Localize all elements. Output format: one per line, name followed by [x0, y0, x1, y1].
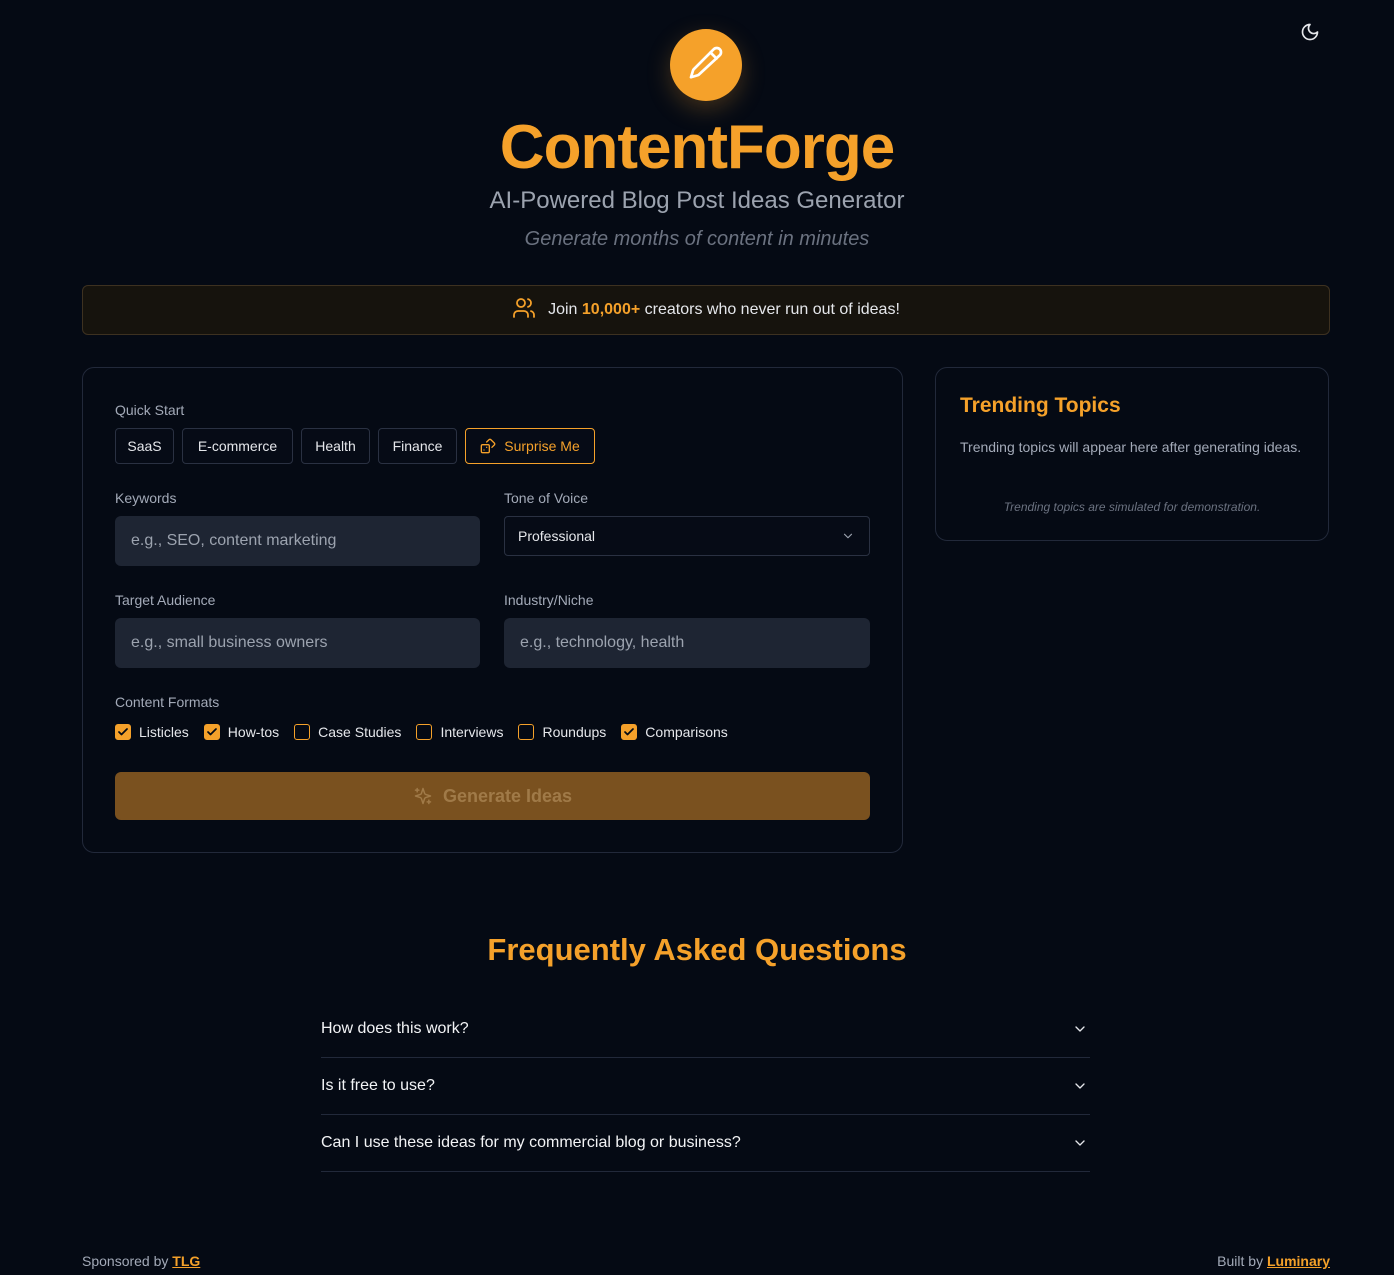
format-interviews[interactable]: Interviews [416, 724, 503, 740]
users-icon [512, 296, 536, 325]
sponsor-link[interactable]: TLG [172, 1253, 200, 1269]
audience-label: Target Audience [115, 592, 216, 608]
audience-input[interactable] [115, 618, 480, 668]
format-roundups[interactable]: Roundups [518, 724, 606, 740]
footer-sponsored: Sponsored by TLG [82, 1253, 200, 1269]
shuffle-icon [480, 438, 496, 454]
chevron-down-icon [1072, 1078, 1088, 1094]
surprise-me-label: Surprise Me [504, 438, 580, 454]
quick-start-saas-button[interactable]: SaaS [115, 428, 174, 464]
tone-label: Tone of Voice [504, 490, 589, 506]
format-comparisons-checkbox[interactable] [621, 724, 638, 740]
moon-icon [1300, 22, 1320, 47]
quick-start-label: Quick Start [115, 402, 185, 418]
format-listicles-checkbox[interactable] [115, 724, 131, 740]
quick-start-health-button[interactable]: Health [301, 428, 370, 464]
tone-select[interactable]: Professional [504, 516, 870, 556]
faq-question: Can I use these ideas for my commercial … [321, 1134, 741, 1151]
sponsored-prefix: Sponsored by [82, 1253, 169, 1269]
format-how-tos-label: How-tos [227, 724, 280, 740]
faq-question: Is it free to use? [321, 1077, 435, 1094]
theme-toggle-button[interactable] [1296, 20, 1324, 48]
format-comparisons[interactable]: Comparisons [621, 724, 728, 740]
keywords-input[interactable] [115, 516, 480, 566]
trending-topics-note: Trending topics are simulated for demons… [1003, 500, 1261, 514]
format-how-tos-checkbox[interactable] [203, 724, 220, 740]
trending-topics-title: Trending Topics [960, 394, 1121, 417]
format-case-studies-label: Case Studies [318, 724, 402, 740]
built-prefix: Built by [1217, 1253, 1264, 1269]
social-proof-banner: Join 10,000+ creators who never run out … [82, 285, 1330, 335]
format-listicles-label: Listicles [139, 724, 189, 740]
sparkles-icon [413, 786, 433, 806]
format-roundups-checkbox[interactable] [518, 724, 535, 740]
banner-count: 10,000+ [581, 301, 641, 318]
trending-topics-body: Trending topics will appear here after g… [960, 439, 1302, 455]
faq-question: How does this work? [321, 1020, 469, 1037]
tone-selected-value: Professional [518, 528, 596, 544]
generate-ideas-label: Generate Ideas [442, 785, 573, 806]
formats-label: Content Formats [115, 694, 220, 710]
chevron-down-icon [1072, 1021, 1088, 1037]
banner-prefix: Join [548, 301, 578, 318]
faq-item[interactable]: Is it free to use? [321, 1058, 1090, 1115]
format-interviews-checkbox[interactable] [416, 724, 433, 740]
quick-start-finance-button[interactable]: Finance [378, 428, 457, 464]
app-title: ContentForge [499, 113, 895, 182]
industry-label: Industry/Niche [504, 592, 594, 608]
surprise-me-button[interactable]: Surprise Me [465, 428, 595, 464]
format-case-studies-checkbox[interactable] [294, 724, 311, 740]
format-listicles[interactable]: Listicles [115, 724, 189, 740]
app-subtitle: AI-Powered Blog Post Ideas Generator [489, 187, 905, 214]
chevron-down-icon [841, 529, 855, 543]
builder-link[interactable]: Luminary [1267, 1253, 1330, 1269]
chevron-down-icon [1072, 1135, 1088, 1151]
logo [670, 29, 742, 101]
keywords-label: Keywords [115, 490, 177, 506]
generate-ideas-button[interactable]: Generate Ideas [115, 772, 870, 820]
faq-item[interactable]: Can I use these ideas for my commercial … [321, 1115, 1090, 1172]
faq-item[interactable]: How does this work? [321, 1001, 1090, 1058]
footer-built-by: Built by Luminary [1217, 1253, 1330, 1269]
quick-start-ecommerce-button[interactable]: E-commerce [182, 428, 293, 464]
pencil-icon [688, 45, 724, 86]
industry-input[interactable] [504, 618, 870, 668]
faq-title: Frequently Asked Questions [487, 932, 907, 967]
format-case-studies[interactable]: Case Studies [294, 724, 401, 740]
banner-text: Join 10,000+ creators who never run out … [548, 301, 900, 319]
page: ContentForge AI-Powered Blog Post Ideas … [0, 0, 1394, 1275]
app-tagline: Generate months of content in minutes [524, 228, 870, 250]
format-how-tos[interactable]: How-tos [203, 724, 280, 740]
format-interviews-label: Interviews [440, 724, 504, 740]
content-formats: Listicles How-tos Case Studies Interview… [115, 722, 743, 742]
format-roundups-label: Roundups [542, 724, 607, 740]
banner-suffix: creators who never run out of ideas! [644, 301, 900, 318]
format-comparisons-label: Comparisons [645, 724, 728, 740]
